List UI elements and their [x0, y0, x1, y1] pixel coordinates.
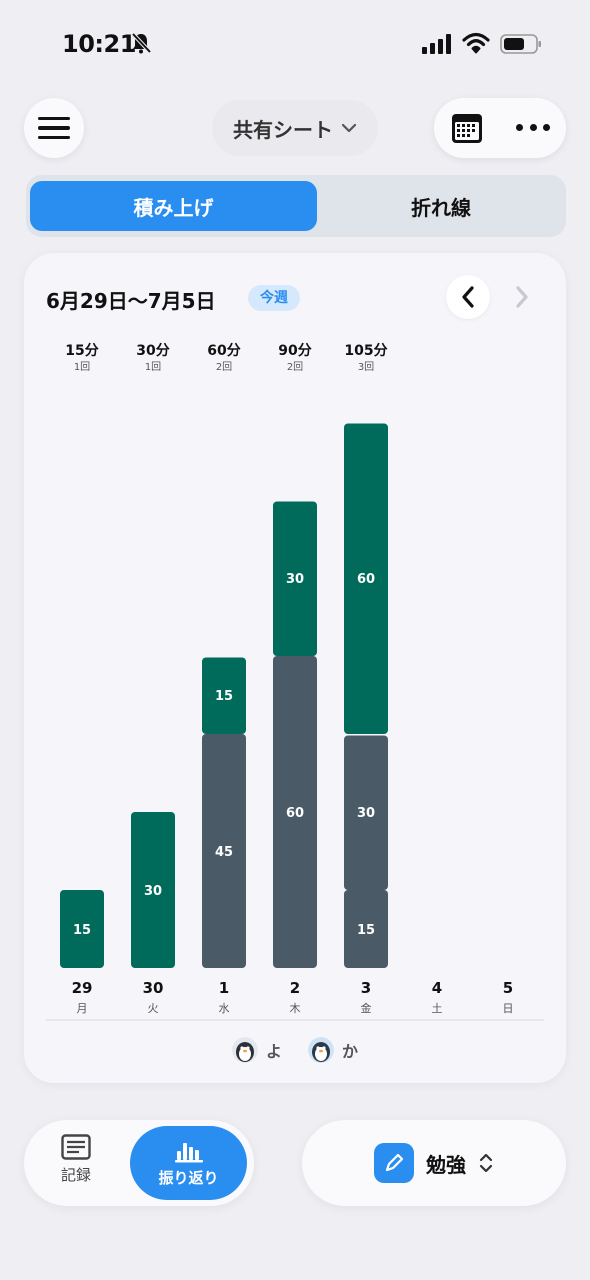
x-tick-date: 3 [361, 979, 371, 997]
bar-segment-label: 30 [144, 884, 162, 899]
x-tick-date: 1 [219, 979, 229, 997]
menu-button[interactable] [24, 98, 84, 158]
bar-segment-label: 15 [357, 923, 375, 938]
stacked-bar-chart: 15分1回29月1530分1回30火3060分2回1水451590分2回2木60… [46, 343, 544, 1021]
bottom-tab-bar: 記録 振り返り [24, 1120, 254, 1206]
day-total-label: 15分 [65, 343, 98, 359]
legend-item-ka: か [308, 1037, 358, 1063]
pencil-icon [374, 1143, 414, 1183]
status-time: 10:21 [62, 30, 136, 58]
bar-segment-label: 15 [73, 923, 91, 938]
penguin-avatar-icon [308, 1037, 334, 1063]
bell-off-icon [131, 32, 152, 54]
chevron-down-icon [341, 123, 357, 133]
tab-record[interactable]: 記録 [42, 1134, 110, 1194]
subject-selector[interactable]: 勉強 [302, 1120, 566, 1206]
bar-segment-label: 30 [357, 806, 375, 821]
list-icon [61, 1134, 91, 1160]
day-count-label: 2回 [287, 361, 303, 373]
x-tick-date: 2 [290, 979, 300, 997]
day-total-label: 90分 [278, 343, 311, 359]
day-total-label: 30分 [136, 343, 169, 359]
x-tick-weekday: 木 [290, 1002, 301, 1015]
legend: よ か [24, 1035, 566, 1065]
bar-segment-label: 60 [286, 806, 304, 821]
day-count-label: 1回 [145, 361, 161, 373]
sheet-selector-label: 共有シート [233, 117, 333, 142]
chevron-up-down-icon [479, 1153, 493, 1173]
x-tick-date: 29 [72, 979, 93, 997]
subject-label: 勉強 [426, 1152, 466, 1177]
bar-chart-icon [174, 1142, 203, 1162]
day-total-label: 60分 [207, 343, 240, 359]
x-tick-weekday: 金 [361, 1001, 372, 1015]
battery-icon [500, 34, 541, 54]
day-count-label: 2回 [216, 361, 232, 373]
bar-segment-label: 15 [215, 689, 233, 704]
x-tick-weekday: 日 [503, 1002, 514, 1015]
tab-review-label: 振り返り [158, 1168, 219, 1187]
more-icon[interactable] [516, 124, 550, 132]
day-count-label: 1回 [74, 361, 90, 373]
x-tick-weekday: 水 [219, 1002, 230, 1015]
line-tab[interactable]: 折れ線 [319, 181, 563, 231]
status-bar: 10:21 [0, 0, 590, 90]
legend-item-you: よ [231, 1037, 282, 1063]
cellular-signal-icon [422, 34, 451, 54]
wifi-icon [462, 32, 490, 54]
chart-mode-segment: 積み上げ 折れ線 [26, 175, 566, 237]
stacked-tab[interactable]: 積み上げ [30, 181, 317, 231]
day-count-label: 3回 [358, 361, 374, 373]
hamburger-icon [38, 116, 70, 121]
day-total-label: 105分 [344, 343, 387, 359]
x-tick-date: 4 [432, 979, 442, 997]
legend-label-ka: か [342, 1042, 359, 1061]
header-actions [434, 98, 566, 158]
x-tick-date: 30 [143, 979, 164, 997]
chart-card: 6月29日〜7月5日 今週 15分 1回 29 月 15 30分 1回 30 火 30 60分 2回 1… [24, 253, 566, 1083]
x-tick-weekday: 月 [77, 1002, 88, 1015]
tab-record-label: 記録 [60, 1166, 91, 1184]
x-tick-weekday: 土 [432, 1002, 443, 1015]
tab-review[interactable]: 振り返り [130, 1126, 247, 1200]
x-tick-date: 5 [503, 979, 513, 997]
calendar-icon[interactable] [450, 111, 484, 145]
bar-segment-label: 45 [215, 845, 233, 860]
penguin-avatar-icon [231, 1037, 258, 1063]
legend-label-you: よ [265, 1042, 282, 1061]
x-tick-weekday: 火 [148, 1002, 159, 1015]
sheet-selector[interactable]: 共有シート [212, 100, 378, 156]
bar-segment-label: 30 [286, 572, 304, 587]
bar-segment-label: 60 [357, 572, 375, 587]
